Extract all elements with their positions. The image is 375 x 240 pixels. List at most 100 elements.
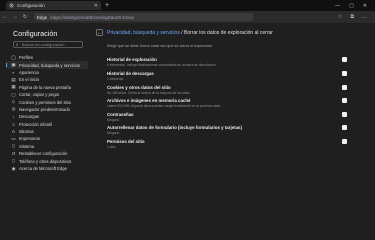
sidebar-item-label: Perfiles — [19, 55, 33, 61]
sidebar-item[interactable]: ↓ Descargas — [6, 113, 88, 120]
search-box[interactable]: ⌕ — [13, 41, 83, 48]
clear-option: Cookies y otros datos del sitio De 165 si… — [107, 85, 357, 95]
search-icon: ⌕ — [16, 42, 19, 47]
option-description: Ninguno — [107, 131, 120, 135]
system-icon: ▯ — [12, 143, 15, 149]
settings-sidebar: Configuración ⌕ ◯Perfiles▣Privacidad, bú… — [0, 23, 90, 221]
option-label: Autorrellenar datos de formulario (inclu… — [107, 125, 242, 130]
option-checkbox[interactable] — [342, 112, 347, 117]
sidebar-item[interactable]: ◎ Navegador predeterminado — [6, 106, 88, 113]
person-icon: ◯ — [11, 54, 16, 60]
option-label: Historial de exploración — [107, 57, 157, 62]
option-checkbox[interactable] — [342, 139, 347, 144]
sidebar-item[interactable]: ◉ Acerca de Microsoft Edge — [6, 165, 88, 172]
sidebar-item-label: Protección infantil — [19, 121, 53, 127]
sidebar-item-label: En el inicio — [19, 77, 40, 83]
clear-option: Autorrellenar datos de formulario (inclu… — [107, 125, 357, 135]
lock-icon: ▣ — [11, 62, 16, 68]
option-description: Ninguno — [107, 118, 120, 122]
option-checkbox[interactable] — [342, 71, 347, 76]
shield-icon: ◇ — [11, 99, 16, 105]
sidebar-item[interactable]: ☺ Protección infantil — [6, 121, 88, 128]
download-icon: ↓ — [12, 114, 15, 120]
search-input[interactable] — [21, 42, 77, 47]
sidebar-item-label: Idiomas — [19, 129, 34, 135]
option-checkbox[interactable] — [342, 85, 347, 90]
option-description: 1 sitio — [107, 145, 116, 149]
toolbar-icons: ☆ ⧉ … — [338, 14, 367, 20]
sidebar-item-label: Acerca de Microsoft Edge — [19, 166, 67, 172]
refresh-icon[interactable]: ↻ — [20, 14, 30, 20]
sidebar-item-label: Restablecer configuración — [19, 151, 68, 157]
favorite-star-icon[interactable]: ☆ — [338, 14, 342, 20]
sidebar-item-label: Cortar, copiar y pegar — [19, 92, 60, 98]
breadcrumb-current: Borrar los datos de exploración al cerra… — [184, 30, 273, 36]
sidebar-item[interactable]: ▤ En el inicio — [6, 76, 88, 83]
option-description: 6 elementos. Incluye finalizaciones auto… — [107, 63, 217, 67]
site-label: Edge — [37, 14, 48, 20]
option-description: De 165 sitios. Cierra la sesión de la ma… — [107, 91, 191, 95]
option-checkbox[interactable] — [342, 98, 347, 103]
window-controls: — ▢ ✕ — [335, 3, 367, 9]
sidebar-nav: ◯ Perfiles ▣ Privacidad, búsqueda y servici… — [6, 54, 88, 172]
new-tab-button[interactable]: + — [105, 2, 109, 9]
maximize-icon[interactable]: ▢ — [349, 3, 354, 9]
settings-gear-icon — [9, 3, 14, 8]
sidebar-item[interactable]: ▯ Sistema — [6, 143, 88, 150]
collections-icon[interactable]: ⧉ — [350, 14, 354, 20]
clear-option: Contraseñas Ninguno — [107, 112, 357, 122]
back-arrow-icon: ← — [97, 29, 102, 36]
option-description: 1 elemento — [107, 77, 124, 81]
sidebar-item[interactable]: ▣ Privacidad, búsqueda y servicios — [6, 61, 88, 69]
option-checkbox[interactable] — [342, 57, 347, 62]
sidebar-item[interactable]: A Idiomas — [6, 128, 88, 135]
sidebar-item[interactable]: ↺ Restablecer configuración — [6, 150, 88, 157]
clipboard-icon: ▢ — [11, 91, 16, 97]
tab-settings[interactable]: Configuración ✕ — [6, 1, 101, 10]
sidebar-item[interactable]: ▯ Teléfono y otros dispositivos — [6, 157, 88, 164]
sidebar-item[interactable]: ◇ Cookies y permisos del sitio — [6, 98, 88, 105]
sidebar-item[interactable]: ◯ Perfiles — [6, 54, 88, 61]
sidebar-icon: ▤ — [11, 76, 16, 82]
close-window-icon[interactable]: ✕ — [363, 3, 367, 9]
sidebar-item-label: Teléfono y otros dispositivos — [19, 158, 72, 164]
family-icon: ☺ — [11, 121, 16, 127]
sidebar-item-label: Navegador predeterminado — [19, 106, 70, 112]
tab-close-icon[interactable]: ✕ — [94, 3, 98, 9]
reset-icon: ↺ — [11, 150, 16, 156]
back-button[interactable]: ← — [96, 29, 103, 36]
option-label: Permisos del sitio — [107, 139, 145, 144]
option-description: Libera 93,5 MB. Algunos sitios pueden ca… — [107, 104, 221, 108]
browser-icon: ◎ — [11, 106, 16, 112]
phone-icon: ▯ — [12, 158, 15, 164]
clear-option: Historial de exploración 6 elementos. Inc… — [107, 57, 357, 67]
sidebar-item-label: Apariencia — [19, 69, 39, 75]
address-bar[interactable]: Edge edge://settings/clearBrowsingDataOn… — [34, 13, 254, 21]
printer-icon: ▭ — [11, 135, 16, 141]
minimize-icon[interactable]: — — [335, 3, 340, 9]
clear-option: Permisos del sitio 1 sitio — [107, 139, 357, 149]
sidebar-item[interactable]: ▭ Impresoras — [6, 135, 88, 142]
sidebar-item-label: Privacidad, búsqueda y servicios — [19, 62, 80, 68]
more-menu-icon[interactable]: … — [362, 14, 367, 20]
option-label: Cookies y otros datos del sitio — [107, 85, 171, 90]
clear-option: Historial de descargas 1 elemento — [107, 71, 357, 81]
sidebar-item-label: Página de la nueva pestaña — [19, 84, 71, 90]
back-arrow-icon[interactable]: ← — [0, 14, 10, 20]
tab-title: Configuración — [17, 3, 45, 8]
page-title: Privacidad, búsqueda y servicios / Borra… — [107, 30, 273, 36]
intro-text: Elegir qué se debe borrar cada vez que s… — [107, 44, 213, 48]
toolbar: ← → ↻ Edge edge://settings/clearBrowsing… — [0, 11, 375, 23]
option-checkbox[interactable] — [342, 125, 347, 130]
sidebar-item-label: Cookies y permisos del sitio — [19, 99, 71, 105]
language-icon: A — [12, 129, 15, 135]
sidebar-item[interactable]: ▢ Cortar, copiar y pegar — [6, 91, 88, 98]
sidebar-item[interactable]: ◐ Apariencia — [6, 69, 88, 76]
sidebar-title: Configuración — [13, 29, 58, 38]
breadcrumb-link[interactable]: Privacidad, búsqueda y servicios — [107, 30, 180, 36]
url-text: edge://settings/clearBrowsingDataOnClose — [50, 14, 134, 20]
newtab-icon: ▦ — [11, 84, 16, 90]
forward-arrow-icon[interactable]: → — [10, 14, 20, 20]
main-content: ← Privacidad, búsqueda y servicios / Bor… — [90, 23, 375, 221]
sidebar-item[interactable]: ▦ Página de la nueva pestaña — [6, 84, 88, 91]
